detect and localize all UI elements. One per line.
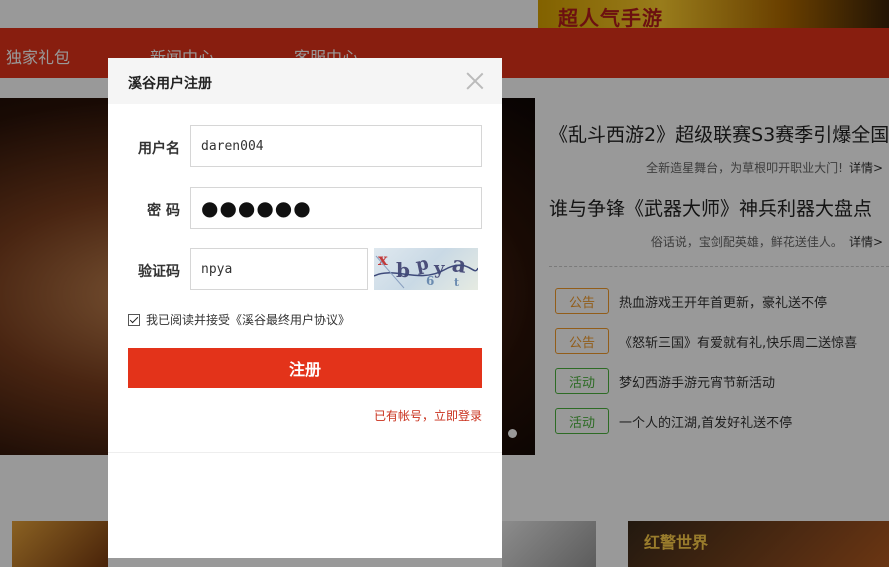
agreement-checkbox[interactable] <box>128 313 140 326</box>
password-label: 密 码 <box>147 203 180 219</box>
dialog-header: 溪谷用户注册 <box>108 58 502 104</box>
close-icon[interactable] <box>466 72 484 90</box>
username-value: daren004 <box>201 138 264 154</box>
captcha-image[interactable]: x b p y a 6 t <box>374 248 478 290</box>
captcha-value: npya <box>201 261 233 277</box>
register-button[interactable]: 注册 <box>128 348 482 388</box>
login-link[interactable]: 已有帐号，立即登录 <box>374 407 482 424</box>
agreement-text[interactable]: 我已阅读并接受《溪谷最终用户协议》 <box>146 311 350 328</box>
dialog-title: 溪谷用户注册 <box>128 76 212 92</box>
password-input[interactable]: ●●●●●● <box>190 187 482 229</box>
dialog-divider <box>108 452 502 453</box>
captcha-noise <box>374 255 478 289</box>
username-label: 用户名 <box>138 141 180 157</box>
captcha-input[interactable]: npya <box>190 248 368 290</box>
register-dialog: 溪谷用户注册 用户名 daren004 密 码 ●●●●●● 验证码 npya … <box>108 58 502 558</box>
captcha-label: 验证码 <box>138 264 180 280</box>
username-input[interactable]: daren004 <box>190 125 482 167</box>
password-mask: ●●●●●● <box>201 196 312 220</box>
agreement-row[interactable]: 我已阅读并接受《溪谷最终用户协议》 <box>128 311 350 328</box>
